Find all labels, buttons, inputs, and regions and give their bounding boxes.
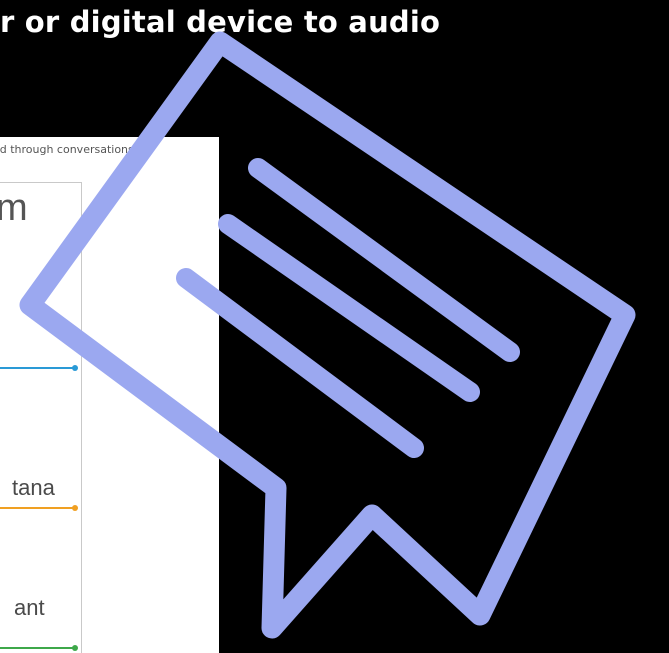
chat-bubble-icon: [19, 31, 636, 639]
screenshot: r or digital device to audio ned through…: [0, 0, 669, 653]
